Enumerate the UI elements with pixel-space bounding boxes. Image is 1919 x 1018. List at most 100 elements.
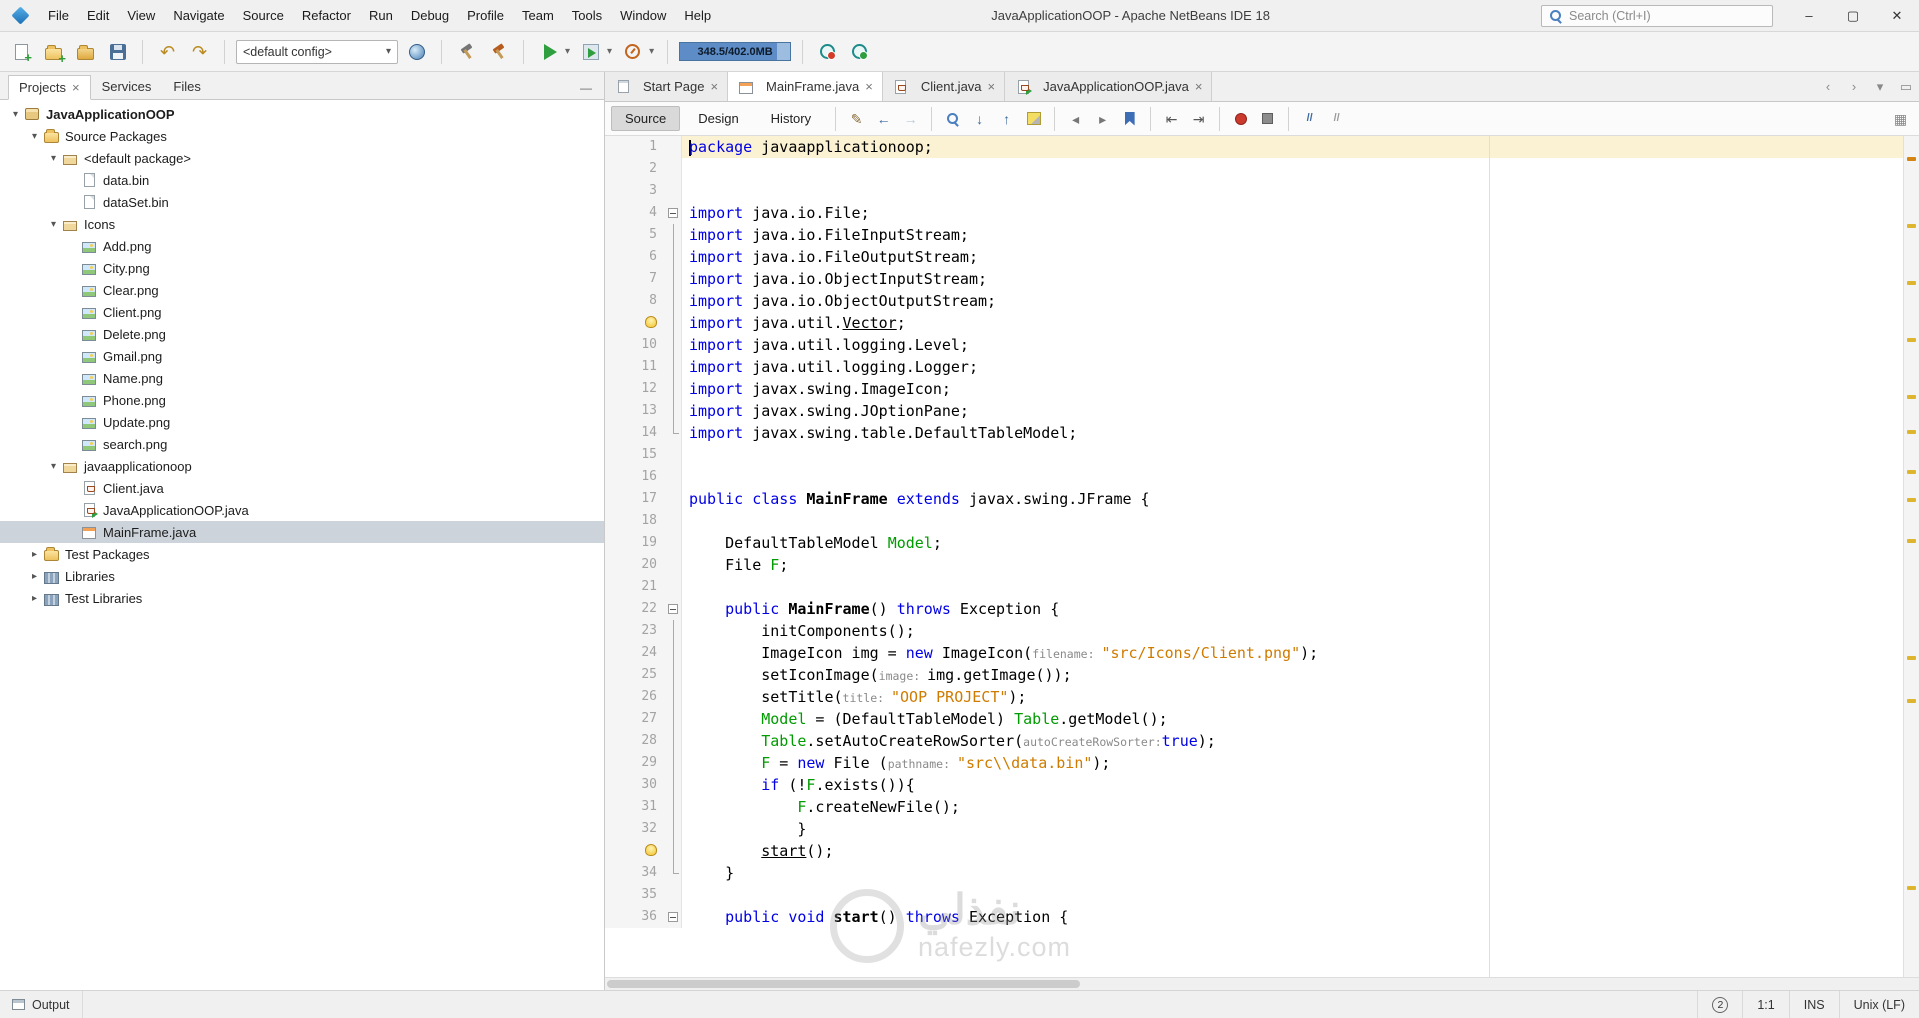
find-previous-occurrence-icon[interactable]: ↑	[994, 106, 1019, 131]
run-project-button[interactable]	[535, 38, 562, 65]
new-project-button[interactable]	[40, 38, 67, 66]
code-text[interactable]: import java.io.FileInputStream;	[682, 224, 1903, 246]
menu-source[interactable]: Source	[234, 0, 293, 31]
line-number-3[interactable]: 3	[605, 180, 665, 202]
line-number-29[interactable]: 29	[605, 752, 665, 774]
debug-project-dropdown-icon[interactable]: ▾	[607, 46, 612, 57]
tree-item-delete-png[interactable]: Delete.png	[0, 323, 604, 345]
open-project-button[interactable]	[72, 38, 99, 65]
close-button[interactable]: ✕	[1875, 0, 1919, 31]
line-number-12[interactable]: 12	[605, 378, 665, 400]
code-text[interactable]: initComponents();	[682, 620, 1903, 642]
code-text[interactable]: setTitle(title: "OOP PROJECT");	[682, 686, 1903, 708]
fold-collapse-icon[interactable]	[668, 604, 678, 614]
tree-item-clear-png[interactable]: Clear.png	[0, 279, 604, 301]
tree-item-default-package[interactable]: ▾ <default package>	[0, 147, 604, 169]
line-number-26[interactable]: 26	[605, 686, 665, 708]
error-stripe-mark[interactable]	[1907, 337, 1916, 342]
error-stripe-mark[interactable]	[1907, 429, 1916, 434]
opened-documents-list-icon[interactable]: ▾	[1867, 72, 1893, 101]
fold-collapse-icon[interactable]	[668, 208, 678, 218]
tree-item-test-packages[interactable]: ▸ Test Packages	[0, 543, 604, 565]
error-stripe-mark[interactable]	[1907, 538, 1916, 543]
uncomment-icon[interactable]: //	[1324, 106, 1349, 131]
shift-line-right-icon[interactable]: ⇥	[1186, 106, 1211, 131]
next-bookmark-icon[interactable]: ▸	[1090, 106, 1115, 131]
code-text[interactable]	[682, 180, 1903, 202]
code-text[interactable]: import java.util.logging.Logger;	[682, 356, 1903, 378]
back-icon[interactable]: ←	[871, 106, 896, 131]
new-file-button[interactable]	[8, 38, 35, 65]
menu-file[interactable]: File	[39, 0, 78, 31]
warning-bulb-icon[interactable]	[645, 844, 657, 856]
set-configuration-button[interactable]	[403, 38, 430, 65]
menu-tools[interactable]: Tools	[563, 0, 611, 31]
code-text[interactable]: File F;	[682, 554, 1903, 576]
toggle-bookmark-icon[interactable]	[1117, 106, 1142, 131]
code-text[interactable]: import javax.swing.JOptionPane;	[682, 400, 1903, 422]
editor-tab-mainframe-java[interactable]: MainFrame.java ×	[728, 72, 883, 101]
line-number-36[interactable]: 36	[605, 906, 665, 928]
code-text[interactable]: start();	[682, 840, 1903, 862]
code-text[interactable]: import java.util.logging.Level;	[682, 334, 1903, 356]
tree-item-client-java[interactable]: Client.java	[0, 477, 604, 499]
line-number-18[interactable]: 18	[605, 510, 665, 532]
line-number-24[interactable]: 24	[605, 642, 665, 664]
code-text[interactable]: public class MainFrame extends javax.swi…	[682, 488, 1903, 510]
menu-view[interactable]: View	[118, 0, 164, 31]
tree-item-mainframe-java[interactable]: MainFrame.java	[0, 521, 604, 543]
panel-tab-projects[interactable]: Projects ×	[8, 75, 91, 100]
tree-item-add-png[interactable]: Add.png	[0, 235, 604, 257]
tree-item-search-png[interactable]: search.png	[0, 433, 604, 455]
run-project-dropdown-icon[interactable]: ▾	[565, 46, 570, 57]
quick-search-input[interactable]: Search (Ctrl+I)	[1541, 4, 1773, 27]
error-stripe-mark[interactable]	[1907, 655, 1916, 660]
line-number-27[interactable]: 27	[605, 708, 665, 730]
profile-project-button[interactable]	[619, 38, 646, 65]
view-button-design[interactable]: Design	[684, 106, 752, 131]
menu-navigate[interactable]: Navigate	[164, 0, 233, 31]
close-tab-icon[interactable]: ×	[1195, 80, 1203, 93]
error-stripe-mark[interactable]	[1907, 157, 1916, 162]
code-text[interactable]	[682, 444, 1903, 466]
tree-item-javaapplicationoop-java[interactable]: JavaApplicationOOP.java	[0, 499, 604, 521]
line-number-13[interactable]: 13	[605, 400, 665, 422]
line-number-15[interactable]: 15	[605, 444, 665, 466]
code-text[interactable]: import java.io.File;	[682, 202, 1903, 224]
line-number-25[interactable]: 25	[605, 664, 665, 686]
line-number-2[interactable]: 2	[605, 158, 665, 180]
panel-tab-files[interactable]: Files	[162, 74, 211, 99]
build-project-button[interactable]	[453, 38, 480, 65]
collapse-arrow-icon[interactable]: ▾	[46, 153, 61, 164]
memory-indicator[interactable]: 348.5/402.0MB	[679, 42, 792, 61]
code-text[interactable]: if (!F.exists()){	[682, 774, 1903, 796]
debug-project-button[interactable]	[577, 38, 604, 65]
profile-project-dropdown-icon[interactable]: ▾	[649, 46, 654, 57]
profiler-gc-button[interactable]	[846, 38, 873, 65]
tree-item-icons[interactable]: ▾ Icons	[0, 213, 604, 235]
forward-icon[interactable]: →	[898, 106, 923, 131]
error-stripe-mark[interactable]	[1907, 224, 1916, 229]
error-stripe-mark[interactable]	[1907, 395, 1916, 400]
tree-item-gmail-png[interactable]: Gmail.png	[0, 345, 604, 367]
gutter-cell[interactable]	[605, 840, 665, 862]
collapse-arrow-icon[interactable]: ▾	[27, 131, 42, 142]
start-macro-recording-icon[interactable]	[1228, 106, 1253, 131]
error-stripe-mark[interactable]	[1907, 886, 1916, 891]
find-next-occurrence-icon[interactable]: ↓	[967, 106, 992, 131]
collapse-arrow-icon[interactable]: ▾	[46, 461, 61, 472]
line-number-31[interactable]: 31	[605, 796, 665, 818]
tree-item-dataset-bin[interactable]: dataSet.bin	[0, 191, 604, 213]
maximize-editor-icon[interactable]: ▭	[1893, 72, 1919, 101]
minimize-panel-icon[interactable]: —	[580, 81, 604, 99]
code-text[interactable]: import javax.swing.ImageIcon;	[682, 378, 1903, 400]
notifications-button[interactable]: 2	[1697, 991, 1742, 1018]
expand-arrow-icon[interactable]: ▸	[27, 593, 42, 604]
warning-bulb-icon[interactable]	[645, 316, 657, 328]
scroll-tabs-right-icon[interactable]: ›	[1841, 72, 1867, 101]
close-tab-icon[interactable]: ×	[988, 80, 996, 93]
menu-help[interactable]: Help	[675, 0, 720, 31]
code-text[interactable]: Table.setAutoCreateRowSorter(autoCreateR…	[682, 730, 1903, 752]
line-number-17[interactable]: 17	[605, 488, 665, 510]
horizontal-scrollbar[interactable]	[605, 977, 1919, 990]
